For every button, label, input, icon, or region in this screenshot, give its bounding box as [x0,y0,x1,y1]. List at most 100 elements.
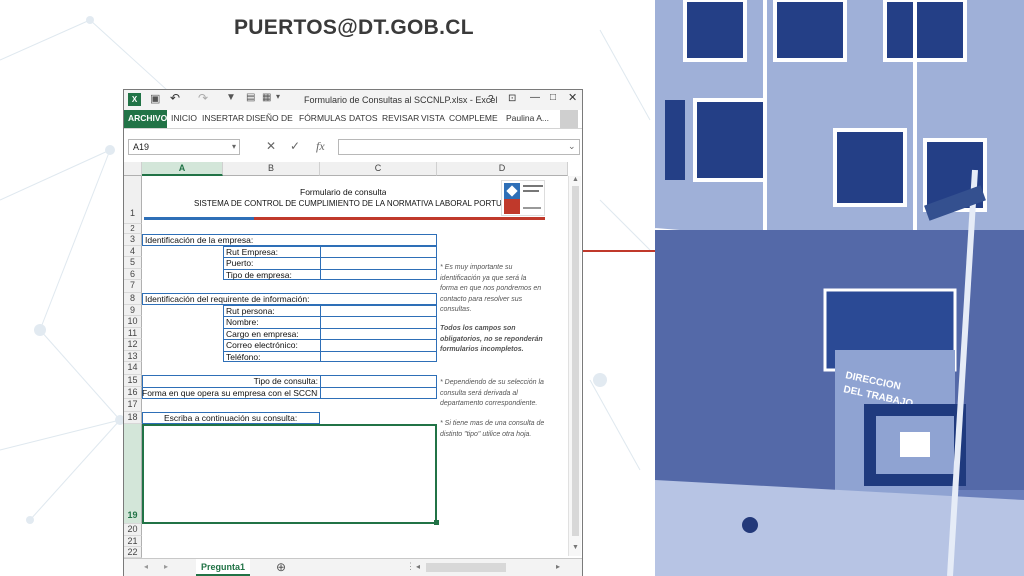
column-header-b[interactable]: B [223,162,320,176]
window-title: Formulario de Consultas al SCCNLP.xlsx -… [304,95,498,105]
operation-form-select[interactable] [321,388,436,398]
column-header-a[interactable]: A [142,162,223,176]
scroll-down-icon[interactable]: ▼ [572,544,579,551]
excel-logo-icon: X [128,93,141,106]
government-logo [501,180,545,216]
prev-sheet-icon[interactable]: ◂ [144,562,148,571]
row-header[interactable]: 7 [124,280,142,293]
row-header[interactable]: 10 [124,316,142,328]
query-type-select[interactable] [321,376,436,387]
building-photo: DIRECCION DEL TRABAJO [655,0,1024,576]
tab-datos[interactable]: DATOS [349,113,378,123]
name-box-dropdown-icon[interactable]: ▾ [232,142,236,151]
avatar[interactable] [560,110,578,128]
row-header[interactable]: 15 [124,375,142,387]
field-label: Nombre: [226,317,259,327]
fill-handle[interactable] [434,520,439,525]
field-label: Rut Empresa: [226,246,278,257]
tab-insertar[interactable]: INSERTAR [202,113,244,123]
row-header[interactable]: 20 [124,524,142,536]
expand-formula-icon[interactable]: ⌄ [568,141,576,152]
contact-email: PUERTOS@DT.GOB.CL [234,16,474,39]
scroll-left-icon[interactable]: ◂ [416,562,420,571]
sheet-tab-pregunta1[interactable]: Pregunta1 [196,559,250,576]
row-header[interactable]: 14 [124,362,142,375]
row-header[interactable]: 4 [124,245,142,257]
write-query-label: Escriba a continuación su consulta: [164,413,298,423]
column-header-d[interactable]: D [437,162,568,176]
title-bar: X ▣ ↶ ↷ ▼ ▤ ▦ ▾ Formulario de Consultas … [124,90,582,110]
field-label: Cargo en empresa: [226,328,299,339]
row-header[interactable]: 11 [124,327,142,339]
header-stripe-blue [144,217,254,220]
header-stripe-red [254,217,545,220]
maximize-icon[interactable]: □ [550,92,556,103]
excel-window[interactable]: X ▣ ↶ ↷ ▼ ▤ ▦ ▾ Formulario de Consultas … [123,89,583,576]
tab-diseno[interactable]: DISEÑO DE [246,113,293,123]
query-type-label: Tipo de consulta: [253,376,318,386]
undo-icon[interactable]: ↶ [170,91,180,105]
tab-vista[interactable]: VISTA [421,113,445,123]
form-icon[interactable]: ▤ [246,92,255,103]
row-header[interactable]: 1 [124,176,142,224]
row-header-selected[interactable]: 19 [124,424,142,524]
tab-archivo[interactable]: ARCHIVO [124,110,167,128]
redo-icon[interactable]: ↷ [198,91,208,105]
section-requester-label: Identificación del requirente de informa… [145,294,310,304]
add-sheet-icon[interactable]: ⊕ [276,560,286,574]
section-company-label: Identificación de la empresa: [145,235,254,245]
customize-toolbar-icon[interactable]: ▾ [276,92,280,101]
tab-formulas[interactable]: FÓRMULAS [299,113,346,123]
select-all-corner[interactable] [124,162,142,176]
field-label: Correo electrónico: [226,340,298,350]
next-sheet-icon[interactable]: ▸ [164,562,168,571]
scroll-up-icon[interactable]: ▲ [572,176,579,183]
note-required: Todos los campos son obligatorios, no se … [440,325,543,353]
requester-input-cells[interactable] [321,306,436,362]
tab-complementos[interactable]: COMPLEME [449,113,498,123]
ribbon-display-icon[interactable]: ⊡ [508,93,516,104]
close-icon[interactable]: ✕ [568,91,577,104]
camera-icon[interactable]: ▦ [262,92,271,103]
row-header[interactable]: 16 [124,387,142,399]
formula-bar: A19 ▾ ✕ ✓ fx ⌄ [124,136,582,158]
more-options-icon[interactable]: ⋮ [406,561,415,572]
field-label: Rut persona: [226,305,275,316]
scroll-right-icon[interactable]: ▸ [556,562,560,571]
note-multiple-queries: * Si tiene mas de una consulta de distint… [440,420,545,438]
column-header-c[interactable]: C [320,162,437,176]
save-icon[interactable]: ▣ [150,92,160,105]
row-header[interactable]: 13 [124,350,142,362]
row-header[interactable]: 2 [124,224,142,234]
row-header[interactable]: 8 [124,293,142,305]
help-icon[interactable]: ? [488,94,494,105]
query-text-area[interactable] [142,424,437,524]
tab-inicio[interactable]: INICIO [171,113,197,123]
scroll-thumb[interactable] [572,186,579,536]
row-header[interactable]: 22 [124,547,142,558]
filter-icon[interactable]: ▼ [226,92,236,103]
form-subtitle: SISTEMA DE CONTROL DE CUMPLIMIENTO DE LA… [194,199,521,208]
row-header[interactable]: 18 [124,412,142,424]
form-title: Formulario de consulta [300,187,387,197]
row-header[interactable]: 5 [124,257,142,269]
tab-revisar[interactable]: REVISAR [382,113,419,123]
company-input-cells[interactable] [321,247,436,280]
minimize-icon[interactable]: — [530,92,540,103]
row-header[interactable]: 3 [124,234,142,246]
field-label: Teléfono: [226,351,261,362]
row-header[interactable]: 17 [124,399,142,412]
horizontal-scroll-thumb[interactable] [426,563,506,572]
row-header[interactable]: 21 [124,535,142,547]
row-header[interactable]: 9 [124,304,142,316]
name-box[interactable]: A19 [128,139,240,155]
cancel-entry-icon[interactable]: ✕ [266,139,276,153]
formula-input[interactable] [338,139,580,155]
row-header[interactable]: 6 [124,268,142,280]
spreadsheet-grid[interactable]: A B C D 1 2 3 4 5 6 7 8 9 10 11 12 13 14… [124,162,582,558]
confirm-entry-icon[interactable]: ✓ [290,139,300,153]
insert-function-icon[interactable]: fx [316,139,325,154]
vertical-scrollbar[interactable]: ▲ ▼ [568,176,581,556]
row-header[interactable]: 12 [124,339,142,351]
user-name[interactable]: Paulina A... [506,113,549,123]
